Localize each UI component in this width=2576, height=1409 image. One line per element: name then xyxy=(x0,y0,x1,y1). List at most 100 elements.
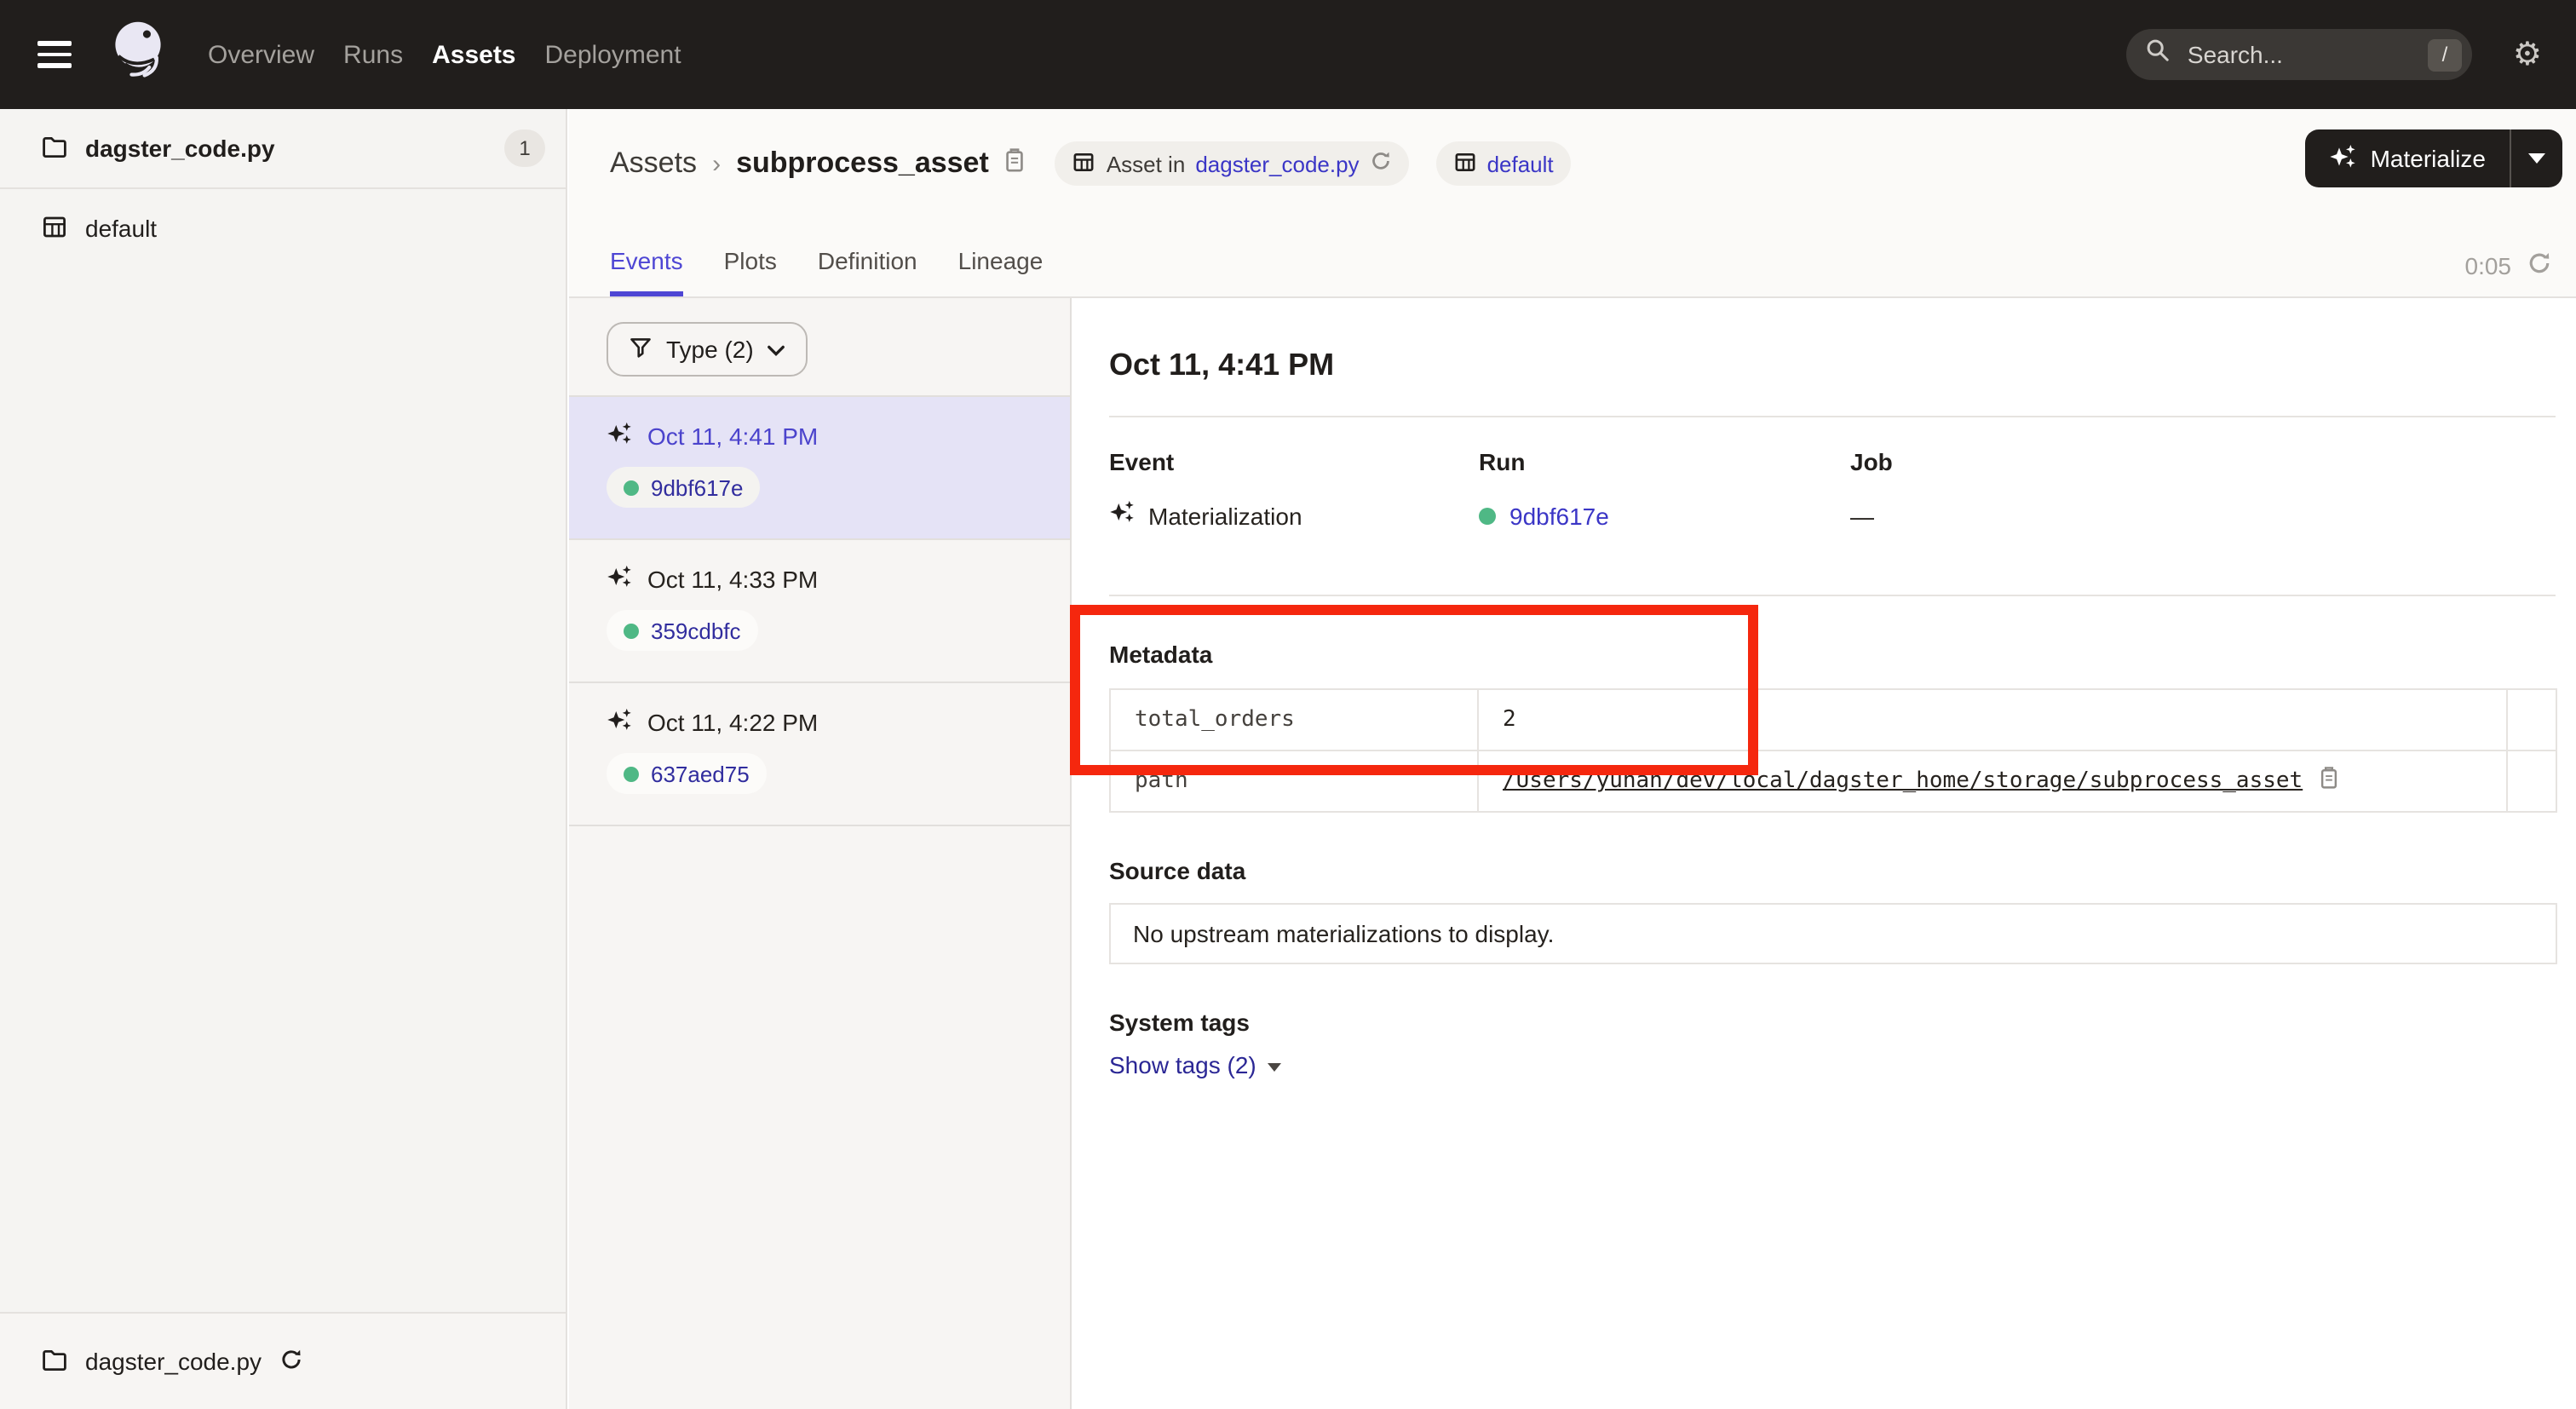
event-timestamp: Oct 11, 4:22 PM xyxy=(647,709,818,736)
reload-icon[interactable] xyxy=(279,1347,302,1376)
asset-count-badge: 1 xyxy=(504,129,545,167)
asset-group-badge: default xyxy=(1436,141,1571,186)
source-data-empty-box: No upstream materializations to display. xyxy=(1109,903,2557,964)
top-nav: Overview Runs Assets Deployment / ⚙ xyxy=(0,0,2576,109)
metadata-actions-cell xyxy=(2507,751,2556,812)
event-list-item[interactable]: Oct 11, 4:22 PM 637aed75 xyxy=(569,683,1070,826)
metadata-key: path xyxy=(1110,751,1478,812)
materialize-dropdown-button[interactable] xyxy=(2511,129,2562,187)
tab-events[interactable]: Events xyxy=(610,247,683,296)
asset-header: Assets › subprocess_asset Asset in dagst… xyxy=(569,109,2576,298)
tab-lineage[interactable]: Lineage xyxy=(958,247,1044,296)
asset-in-prefix: Asset in xyxy=(1107,151,1186,176)
footer-code-location-label: dagster_code.py xyxy=(85,1348,262,1375)
copy-asset-name-icon[interactable] xyxy=(1003,146,1028,181)
run-tag[interactable]: 359cdbfc xyxy=(607,610,758,651)
page-title: subprocess_asset xyxy=(736,147,989,181)
chevron-down-icon xyxy=(2528,153,2545,164)
materialization-icon xyxy=(1109,499,1135,533)
hamburger-menu-button[interactable] xyxy=(37,42,72,68)
asset-location-badge: Asset in dagster_code.py xyxy=(1055,141,1409,186)
metadata-key: total_orders xyxy=(1110,689,1478,751)
run-column-label: Run xyxy=(1479,445,1850,479)
copy-path-icon[interactable] xyxy=(2316,765,2340,797)
refresh-countdown: 0:05 xyxy=(2465,252,2512,279)
chevron-down-icon xyxy=(768,336,786,363)
event-type-filter-button[interactable]: Type (2) xyxy=(607,322,808,377)
breadcrumb: Assets › subprocess_asset Asset in dagst… xyxy=(569,109,2576,186)
event-detail-panel: Oct 11, 4:41 PM Event Run Job Materializ… xyxy=(1072,298,2576,1409)
materialize-split-button: Materialize xyxy=(2306,129,2562,187)
run-status-dot xyxy=(624,766,639,781)
search-input[interactable] xyxy=(2184,39,2414,70)
global-search[interactable]: / xyxy=(2126,29,2472,80)
code-location-link[interactable]: dagster_code.py xyxy=(1195,151,1359,176)
materialization-icon xyxy=(607,564,632,595)
job-grid-icon xyxy=(1072,149,1096,178)
materialize-label: Materialize xyxy=(2371,145,2486,172)
sidebar-item-group-default[interactable]: default xyxy=(0,189,566,267)
materialize-button[interactable]: Materialize xyxy=(2306,129,2510,187)
refresh-icon[interactable] xyxy=(2527,250,2552,281)
dagster-logo[interactable] xyxy=(106,16,170,93)
breadcrumb-assets-link[interactable]: Assets xyxy=(610,147,697,181)
sidebar-footer-code-location[interactable]: dagster_code.py xyxy=(0,1312,566,1409)
nav-assets[interactable]: Assets xyxy=(432,40,515,69)
group-label: default xyxy=(85,215,157,242)
run-status-dot xyxy=(624,480,639,495)
asset-group-link[interactable]: default xyxy=(1487,151,1554,176)
settings-gear-icon[interactable]: ⚙ xyxy=(2513,38,2542,71)
run-id: 359cdbfc xyxy=(651,618,741,643)
refresh-timer: 0:05 xyxy=(2465,250,2553,281)
show-tags-label: Show tags (2) xyxy=(1109,1051,1256,1078)
metadata-actions-cell xyxy=(2507,689,2556,751)
metadata-heading: Metadata xyxy=(1109,637,2556,671)
caret-down-icon xyxy=(1268,1062,1282,1071)
show-tags-toggle[interactable]: Show tags (2) xyxy=(1109,1051,1282,1078)
sidebar-item-code-location[interactable]: dagster_code.py 1 xyxy=(0,109,566,189)
run-id: 9dbf617e xyxy=(651,474,743,500)
folder-icon xyxy=(41,132,68,164)
asset-group-icon xyxy=(41,212,68,244)
materialization-icon xyxy=(607,707,632,738)
nav-overview[interactable]: Overview xyxy=(208,40,314,69)
breadcrumb-separator: › xyxy=(710,149,722,178)
job-column-label: Job xyxy=(1850,445,2556,479)
tab-definition[interactable]: Definition xyxy=(818,247,917,296)
event-column-label: Event xyxy=(1109,445,1479,479)
metadata-row: total_orders 2 xyxy=(1110,689,2556,751)
path-link[interactable]: /Users/yuhan/dev/local/dagster_home/stor… xyxy=(1503,768,2303,794)
event-type-value: Materialization xyxy=(1148,499,1302,533)
folder-icon xyxy=(41,1345,68,1377)
filter-label: Type (2) xyxy=(666,336,754,363)
event-list-item[interactable]: Oct 11, 4:33 PM 359cdbfc xyxy=(569,540,1070,683)
metadata-value: 2 xyxy=(1478,689,2507,751)
primary-nav: Overview Runs Assets Deployment xyxy=(208,40,681,69)
event-list-panel: Type (2) Oct 11, 4:41 PM 9dbf617e xyxy=(569,298,1072,1409)
asset-group-icon xyxy=(1453,149,1477,178)
source-data-heading: Source data xyxy=(1109,854,2556,888)
materialization-icon xyxy=(607,421,632,451)
reload-code-location-icon[interactable] xyxy=(1370,150,1392,177)
nav-right: / ⚙ xyxy=(2126,29,2542,80)
app-window: Overview Runs Assets Deployment / ⚙ dags… xyxy=(0,0,2576,1409)
run-id: 637aed75 xyxy=(651,761,750,786)
event-list-item[interactable]: Oct 11, 4:41 PM 9dbf617e xyxy=(569,397,1070,540)
metadata-table: total_orders 2 path /Users/yuhan/dev/loc… xyxy=(1109,688,2557,813)
nav-runs[interactable]: Runs xyxy=(343,40,403,69)
event-summary-grid: Event Run Job Materialization 9dbf617e — xyxy=(1109,445,2556,533)
run-status-dot xyxy=(1479,508,1496,525)
metadata-row: path /Users/yuhan/dev/local/dagster_home… xyxy=(1110,751,2556,812)
event-filter-row: Type (2) xyxy=(569,298,1070,397)
search-icon xyxy=(2145,37,2171,72)
asset-catalog-sidebar: dagster_code.py 1 default dagster_code.p… xyxy=(0,109,567,1409)
nav-deployment[interactable]: Deployment xyxy=(545,40,681,69)
run-tag[interactable]: 637aed75 xyxy=(607,753,767,794)
search-shortcut-badge: / xyxy=(2428,38,2462,71)
run-status-dot xyxy=(624,623,639,638)
run-tag[interactable]: 9dbf617e xyxy=(607,467,760,508)
tab-plots[interactable]: Plots xyxy=(724,247,777,296)
run-link[interactable]: 9dbf617e xyxy=(1509,499,1609,533)
event-timestamp: Oct 11, 4:41 PM xyxy=(647,423,818,450)
event-detail-title: Oct 11, 4:41 PM xyxy=(1109,346,2556,383)
